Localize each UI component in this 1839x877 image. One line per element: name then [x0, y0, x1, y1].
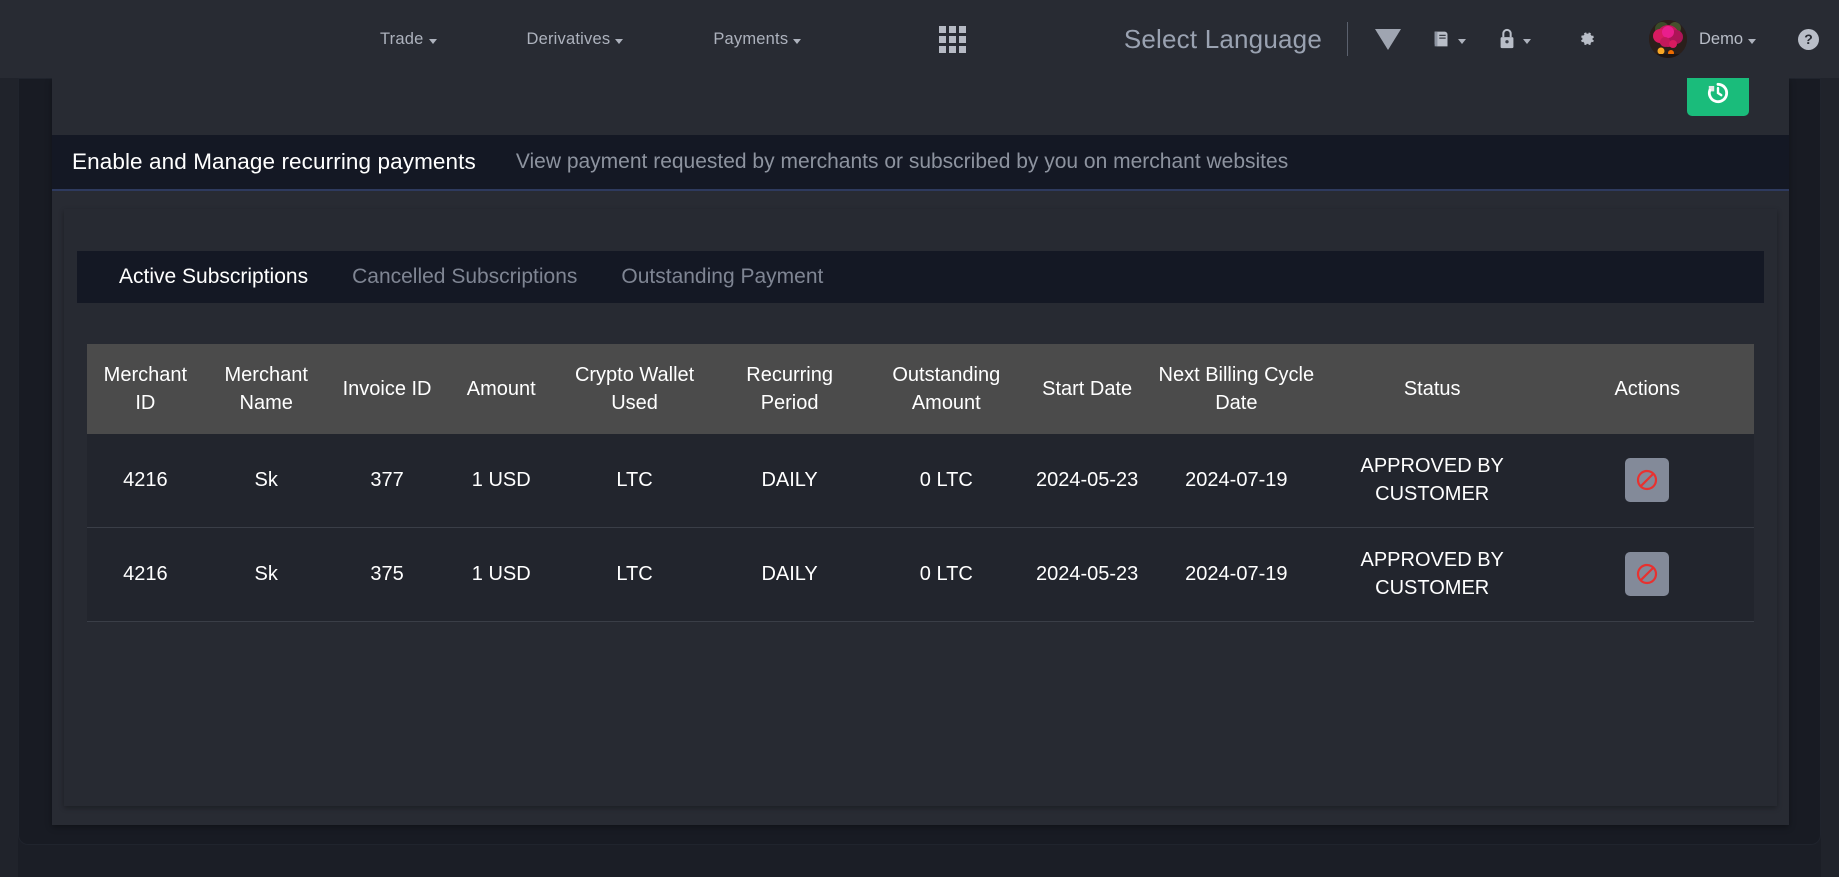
table-body: 4216 Sk 377 1 USD LTC DAILY 0 LTC 2024-0…	[87, 434, 1754, 622]
column-header-outstanding-amount: Outstanding Amount	[892, 363, 1001, 414]
cell-actions	[1541, 527, 1754, 621]
cancel-subscription-button[interactable]	[1625, 458, 1670, 503]
gear-icon[interactable]	[1571, 25, 1603, 53]
chevron-down-icon	[615, 38, 624, 44]
subscriptions-table: Merchant ID Merchant Name Invoice ID Amo…	[87, 344, 1754, 622]
grid-dot	[959, 45, 967, 53]
grid-dot	[949, 25, 957, 33]
chevron-down-icon	[428, 38, 437, 44]
tab-cancelled-subscriptions[interactable]: Cancelled Subscriptions	[330, 265, 599, 289]
cell-start-date: 2024-05-23	[1035, 562, 1139, 585]
table-header-row: Merchant ID Merchant Name Invoice ID Amo…	[87, 344, 1754, 434]
cell-merchant-id: 4216	[123, 562, 168, 585]
cell-actions	[1541, 434, 1754, 527]
nav-item-trade[interactable]: Trade	[380, 30, 437, 49]
cell-recurring-period: DAILY	[761, 562, 818, 585]
table-row: 4216 Sk 377 1 USD LTC DAILY 0 LTC 2024-0…	[87, 434, 1754, 528]
grid-dot	[949, 35, 957, 43]
page-title: Enable and Manage recurring payments	[72, 149, 476, 174]
avatar[interactable]	[1648, 20, 1687, 58]
nav-item-payments-label: Payments	[713, 29, 789, 48]
grid-dot	[939, 45, 947, 53]
tab-active-subscriptions[interactable]: Active Subscriptions	[97, 265, 330, 289]
grid-dot	[939, 25, 947, 33]
chevron-down-icon	[1522, 38, 1531, 44]
book-icon[interactable]	[1425, 24, 1472, 54]
cell-start-date: 2024-05-23	[1035, 469, 1139, 492]
triangle-down-glyph	[1374, 28, 1401, 50]
recurring-payments-card: Enable and Manage recurring payments Vie…	[52, 70, 1789, 825]
grid-dot	[949, 45, 957, 53]
left-rail	[0, 78, 18, 877]
column-header-actions: Actions	[1614, 377, 1681, 400]
right-rail	[1821, 78, 1839, 877]
primary-nav: Trade Derivatives Payments	[380, 25, 967, 53]
nav-item-payments[interactable]: Payments	[713, 29, 802, 49]
subscriptions-table-wrapper: Merchant ID Merchant Name Invoice ID Amo…	[87, 344, 1754, 622]
nav-item-derivatives[interactable]: Derivatives	[527, 30, 624, 49]
lock-icon[interactable]	[1490, 23, 1537, 55]
column-header-crypto-wallet-used: Crypto Wallet Used	[574, 363, 695, 414]
column-header-amount: Amount	[466, 377, 536, 400]
column-header-recurring-period: Recurring Period	[746, 363, 833, 414]
user-name-label: Demo	[1698, 29, 1743, 48]
cell-amount: 1 USD	[471, 562, 531, 585]
cell-amount: 1 USD	[471, 469, 531, 492]
status-badge: APPROVED BY CUSTOMER	[1360, 548, 1504, 600]
section-header: Enable and Manage recurring payments Vie…	[52, 135, 1789, 191]
grid-dot	[959, 35, 967, 43]
subscriptions-panel: Active Subscriptions Cancelled Subscript…	[64, 209, 1777, 806]
cell-crypto-wallet-used: LTC	[616, 562, 653, 585]
column-header-merchant-name: Merchant Name	[224, 363, 308, 414]
status-badge: APPROVED BY CUSTOMER	[1360, 455, 1504, 506]
column-header-status: Status	[1403, 377, 1461, 400]
column-header-start-date: Start Date	[1042, 377, 1133, 400]
cancel-subscription-button[interactable]	[1625, 552, 1670, 597]
top-navbar: Trade Derivatives Payments Select Langua…	[0, 0, 1839, 78]
tab-outstanding-payment[interactable]: Outstanding Payment	[599, 265, 845, 289]
navbar-divider	[1346, 22, 1348, 56]
cell-invoice-id: 377	[370, 469, 404, 492]
triangle-down-icon[interactable]	[1369, 25, 1407, 54]
cell-invoice-id: 375	[370, 562, 404, 585]
help-icon[interactable]: ?	[1798, 28, 1819, 50]
chevron-down-icon	[1748, 38, 1756, 44]
cell-outstanding-amount: 0 LTC	[919, 562, 973, 585]
chevron-down-icon	[793, 38, 802, 44]
cell-next-billing-cycle-date: 2024-07-19	[1185, 562, 1288, 585]
grid-dot	[939, 35, 947, 43]
table-row: 4216 Sk 375 1 USD LTC DAILY 0 LTC 2024-0…	[87, 527, 1754, 622]
chevron-down-icon	[1457, 38, 1466, 44]
user-menu-button[interactable]: Demo	[1699, 30, 1756, 49]
column-header-merchant-id: Merchant ID	[103, 363, 188, 414]
cell-crypto-wallet-used: LTC	[616, 469, 653, 492]
cell-recurring-period: DAILY	[761, 469, 818, 492]
cell-merchant-id: 4216	[123, 469, 168, 492]
cell-outstanding-amount: 0 LTC	[919, 469, 973, 492]
cell-merchant-name: Sk	[254, 562, 278, 585]
page-subtitle: View payment requested by merchants or s…	[515, 150, 1289, 173]
column-header-next-billing-cycle-date: Next Billing Cycle Date	[1158, 363, 1315, 414]
nav-item-trade-label: Trade	[380, 29, 424, 48]
table-header: Merchant ID Merchant Name Invoice ID Amo…	[87, 344, 1754, 434]
select-language-button[interactable]: Select Language	[1124, 24, 1322, 55]
tab-bar: Active Subscriptions Cancelled Subscript…	[77, 251, 1764, 303]
navbar-right: Select Language Demo ?	[1124, 20, 1839, 58]
cell-next-billing-cycle-date: 2024-07-19	[1185, 469, 1288, 492]
nav-item-derivatives-label: Derivatives	[526, 29, 611, 48]
grid-dot	[959, 25, 967, 33]
column-header-invoice-id: Invoice ID	[342, 377, 432, 400]
grid-apps-icon[interactable]	[939, 25, 967, 53]
cell-merchant-name: Sk	[254, 469, 278, 492]
